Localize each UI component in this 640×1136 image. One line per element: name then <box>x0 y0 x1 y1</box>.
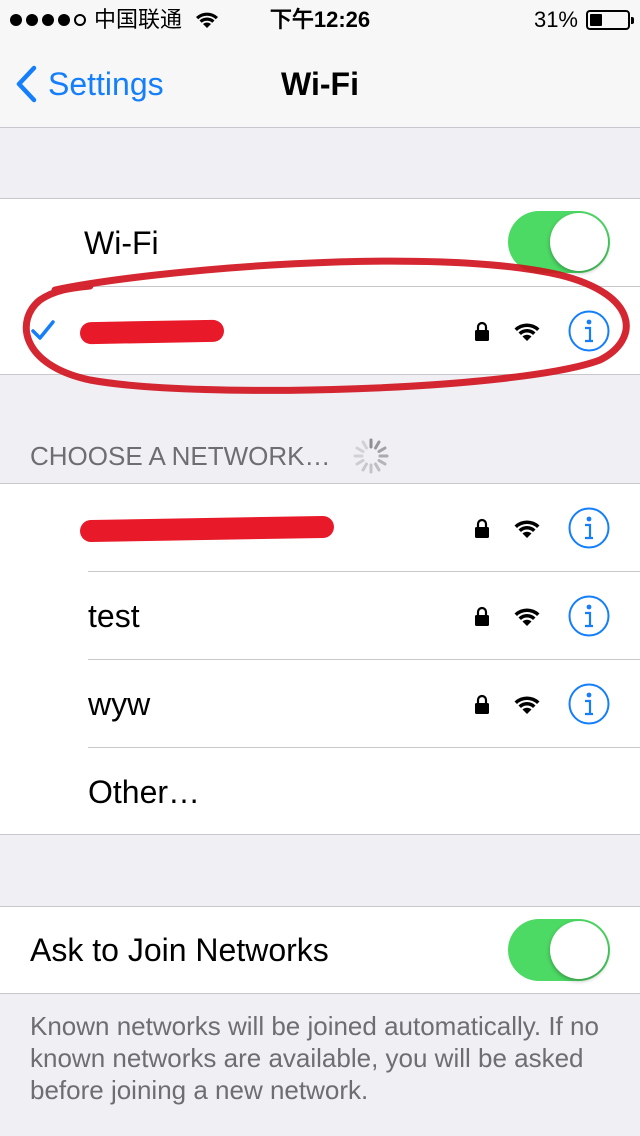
choose-network-label: CHOOSE A NETWORK… <box>30 441 331 471</box>
redacted-network-name <box>79 319 225 345</box>
lock-icon <box>475 694 489 714</box>
navigation-bar: Settings Wi-Fi <box>0 40 640 128</box>
lock-icon <box>475 321 489 341</box>
ask-to-join-group: Ask to Join Networks <box>0 906 640 994</box>
wifi-toggle-row: Wi-Fi <box>0 199 640 287</box>
ask-to-join-label: Ask to Join Networks <box>30 932 329 968</box>
battery-icon <box>586 10 634 30</box>
info-icon[interactable] <box>568 310 610 352</box>
choose-network-header: CHOOSE A NETWORK… <box>30 436 391 476</box>
lock-icon <box>475 606 489 626</box>
wifi-label: Wi-Fi <box>84 225 159 261</box>
other-network-row[interactable]: Other… <box>0 748 640 835</box>
info-icon[interactable] <box>568 683 610 725</box>
connected-network-row[interactable] <box>0 287 640 375</box>
status-bar: 中国联通 下午12:26 31% <box>0 0 640 40</box>
network-name: test <box>88 598 140 634</box>
battery-fill <box>590 14 602 26</box>
redacted-network-name <box>79 515 335 543</box>
wifi-toggle[interactable] <box>508 211 610 273</box>
networks-group: test wyw Other… <box>0 483 640 835</box>
wifi-icon <box>514 608 540 626</box>
ask-to-join-toggle[interactable] <box>508 919 610 981</box>
lock-icon <box>475 518 489 538</box>
battery-cap <box>631 17 634 24</box>
wifi-group: Wi-Fi <box>0 198 640 375</box>
spinner-icon <box>353 438 388 474</box>
status-bar-right: 31% <box>533 6 634 34</box>
wifi-icon <box>514 696 540 714</box>
battery-percent: 31% <box>533 7 578 32</box>
toggle-knob <box>550 213 608 271</box>
wifi-icon <box>514 323 540 341</box>
checkmark-icon <box>31 320 55 340</box>
info-icon[interactable] <box>568 595 610 637</box>
ask-to-join-footnote: Known networks will be joined automatica… <box>30 1011 599 1105</box>
page-title: Wi-Fi <box>281 66 359 102</box>
network-row[interactable]: wyw <box>0 660 640 748</box>
network-row[interactable] <box>0 484 640 572</box>
toggle-knob <box>550 921 608 979</box>
network-name: wyw <box>88 686 151 722</box>
info-icon[interactable] <box>568 507 610 549</box>
wifi-icon <box>514 520 540 538</box>
network-row[interactable]: test <box>0 572 640 660</box>
other-label: Other… <box>88 774 201 810</box>
